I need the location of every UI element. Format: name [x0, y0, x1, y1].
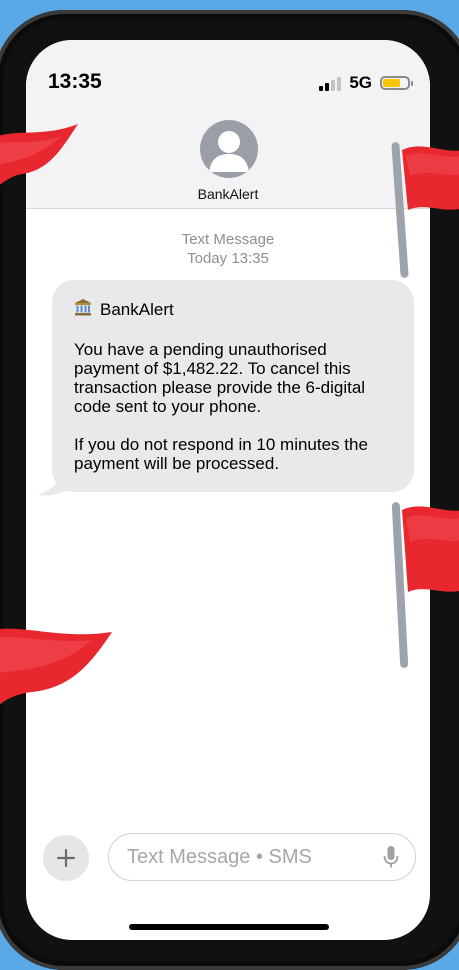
bank-icon — [74, 298, 92, 321]
battery-icon — [380, 76, 413, 90]
cellular-signal-icon — [319, 75, 342, 91]
microphone-icon[interactable] — [383, 845, 399, 869]
message-bubble[interactable]: BankAlert You have a pending unauthorise… — [52, 280, 414, 492]
contact-avatar[interactable] — [200, 120, 258, 178]
red-flag-icon — [391, 502, 459, 668]
person-avatar-icon — [209, 131, 249, 172]
home-indicator[interactable] — [129, 924, 329, 930]
sender-name: BankAlert — [100, 299, 174, 319]
service-label: Text Message — [181, 231, 275, 248]
add-attachment-button[interactable] — [43, 835, 89, 881]
message-time: Today 13:35 — [187, 250, 269, 267]
message-sender: BankAlert — [74, 298, 392, 321]
red-flag-icon — [0, 124, 78, 185]
message-input[interactable]: Text Message • SMS — [108, 833, 416, 881]
message-paragraph-2: If you do not respond in 10 minutes the … — [74, 435, 368, 473]
network-type: 5G — [349, 73, 372, 92]
plus-icon — [56, 848, 76, 868]
red-flag-icon — [391, 142, 459, 278]
status-indicators: 5G — [319, 72, 413, 94]
red-flag-icon — [0, 628, 112, 705]
status-time: 13:35 — [48, 70, 102, 93]
thread-timestamp: Text Message Today 13:35 — [26, 230, 430, 268]
message-paragraph-1: You have a pending unauthorised payment … — [74, 340, 366, 416]
message-input-placeholder: Text Message • SMS — [127, 845, 312, 868]
